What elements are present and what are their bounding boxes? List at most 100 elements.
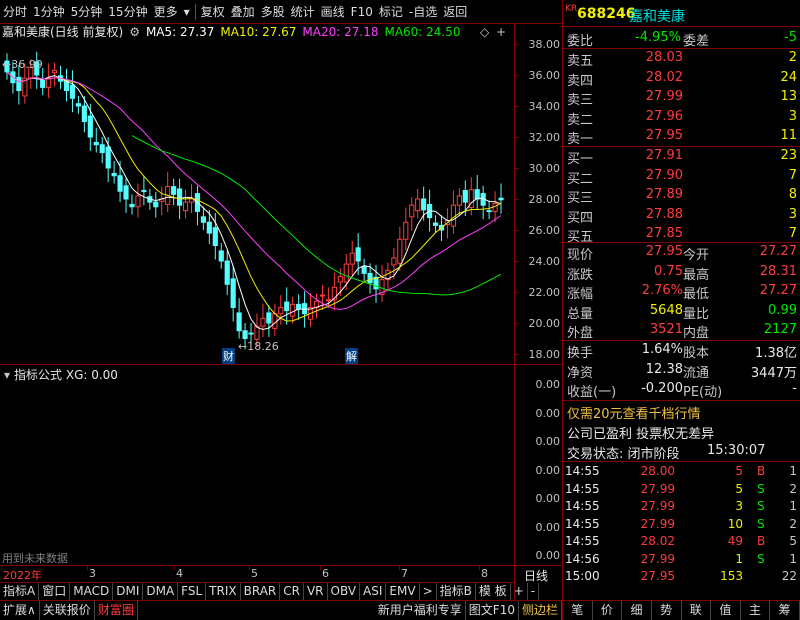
sidebar-button[interactable]: 侧边栏 — [519, 600, 562, 620]
remove-watchlist-button[interactable]: -自选 — [406, 0, 440, 24]
f10-button[interactable]: F10 — [348, 0, 376, 24]
tab-chips[interactable]: 筹 — [770, 601, 800, 620]
tab-main[interactable]: 主 — [741, 601, 771, 620]
indicator-tick: 0.00 — [535, 378, 561, 391]
level-label: 卖二 — [567, 112, 594, 128]
wealth-circle-button[interactable]: 财富圈 — [95, 600, 138, 620]
tab-dmi[interactable]: DMI — [113, 582, 144, 601]
tab-vr[interactable]: VR — [304, 582, 328, 601]
draw-line-button[interactable]: 画线 — [318, 0, 348, 24]
candle-body — [284, 301, 290, 312]
stat-value: 5648 — [649, 302, 683, 318]
tab-obv[interactable]: OBV — [328, 582, 361, 601]
ma20-legend: MA20: 27.18 — [302, 25, 379, 39]
tick-volume: 49 — [727, 534, 743, 548]
price-tick: 36.00 — [528, 69, 561, 82]
zoom-out-button[interactable]: - — [528, 582, 540, 601]
candle-body — [188, 198, 195, 203]
price-axis: 38.00 36.00 34.00 32.00 30.00 28.00 26.00 24.00… — [515, 24, 562, 364]
tick-direction: S — [757, 499, 765, 513]
tab-indicator-b[interactable]: 指标B — [437, 582, 476, 601]
tab-5min[interactable]: 5分钟 — [68, 0, 106, 24]
toolbar-divider — [194, 3, 196, 20]
tab-price[interactable]: 价 — [593, 601, 623, 620]
candle-body — [343, 263, 349, 283]
level-label: 卖五 — [567, 54, 594, 69]
tab-fenshi[interactable]: 分时 — [0, 0, 30, 24]
candle-body — [373, 276, 379, 290]
ma60-legend: MA60: 24.50 — [384, 25, 461, 39]
fuquan-button[interactable]: 复权 — [198, 0, 228, 24]
price-tick: 32.00 — [528, 131, 561, 144]
tab-detail[interactable]: 细 — [622, 601, 652, 620]
tab-15min[interactable]: 15分钟 — [105, 0, 150, 24]
tab-fsl[interactable]: FSL — [178, 582, 207, 601]
diamond-icon[interactable]: ◇ — [480, 25, 489, 39]
template-button[interactable]: 模 板 — [476, 582, 511, 601]
sell-level-row: 卖四 28.02 24 — [563, 69, 800, 89]
candle-body — [325, 299, 331, 302]
price-tick: 28.00 — [528, 193, 561, 206]
level-price: 27.91 — [645, 148, 683, 163]
multi-stock-button[interactable]: 多股 — [258, 0, 288, 24]
tab-emv[interactable]: EMV — [386, 582, 420, 601]
tab-value[interactable]: 值 — [711, 601, 741, 620]
tab-dma[interactable]: DMA — [143, 582, 179, 601]
finance-marker[interactable]: 财 — [222, 348, 235, 364]
tick-time: 15:00 — [565, 569, 600, 583]
caret-down-icon[interactable]: ▾ — [181, 5, 193, 19]
tick-direction: B — [757, 464, 766, 478]
candle-body — [456, 195, 462, 206]
triangle-down-icon[interactable]: ▾ — [4, 368, 10, 382]
level-volume: 23 — [780, 148, 797, 163]
f10-graphic-button[interactable]: 图文F10 — [466, 600, 519, 620]
future-data-note: 用到未来数据 — [2, 552, 68, 565]
stats-button[interactable]: 统计 — [288, 0, 318, 24]
candle-body — [99, 144, 105, 153]
promo-row[interactable]: 仅需20元查看千档行情 — [563, 402, 800, 422]
tab-window[interactable]: 窗口 — [39, 582, 71, 601]
add-icon[interactable]: + — [496, 25, 506, 39]
tick-volume: 5 — [735, 464, 743, 478]
candle-body — [486, 210, 492, 213]
tabs-more-button[interactable]: > — [420, 582, 437, 601]
new-user-promo-button[interactable]: 新用户福利专享 — [375, 600, 466, 620]
kline-chart[interactable] — [0, 40, 514, 364]
status-label: 交易状态: 闭市阶段 — [567, 447, 680, 462]
tab-macd[interactable]: MACD — [70, 582, 114, 601]
tab-indicator-a[interactable]: 指标A — [0, 582, 40, 601]
price-tick: 30.00 — [528, 162, 561, 175]
level-price: 27.85 — [645, 226, 683, 241]
level-label: 买一 — [567, 152, 594, 167]
price-tick: 34.00 — [528, 100, 561, 113]
tab-trades[interactable]: 笔 — [563, 601, 593, 620]
tab-trix[interactable]: TRIX — [206, 582, 241, 601]
overlay-button[interactable]: 叠加 — [228, 0, 258, 24]
unlock-marker[interactable]: 解 — [345, 348, 358, 364]
promo-text[interactable]: 仅需20元查看千档行情 — [567, 403, 701, 422]
settings-gear-icon[interactable]: ⚙ — [129, 24, 140, 40]
tab-1min[interactable]: 1分钟 — [30, 0, 68, 24]
back-button[interactable]: 返回 — [440, 0, 470, 24]
tab-asi[interactable]: ASI — [360, 582, 387, 601]
candle-body — [349, 252, 355, 265]
more-dropdown[interactable]: 更多 — [151, 0, 181, 24]
expand-button[interactable]: 扩展∧ — [0, 600, 40, 620]
ma5-line — [6, 71, 502, 331]
stat-value: 3521 — [649, 322, 683, 337]
zoom-in-button[interactable]: + — [511, 582, 528, 601]
candle-body — [171, 186, 177, 195]
period-label[interactable]: 日线 — [524, 567, 548, 584]
tab-linked[interactable]: 联 — [682, 601, 712, 620]
related-quotes-button[interactable]: 关联报价 — [40, 600, 95, 620]
low-price-value: 18.26 — [247, 340, 279, 353]
candle-body — [248, 332, 254, 335]
tab-brar[interactable]: BRAR — [241, 582, 281, 601]
candle-body — [236, 312, 242, 332]
tab-trend[interactable]: 势 — [652, 601, 682, 620]
candle-body — [450, 204, 456, 227]
candle-body — [462, 189, 468, 203]
mark-button[interactable]: 标记 — [376, 0, 406, 24]
tab-cr[interactable]: CR — [280, 582, 304, 601]
candle-body — [206, 221, 212, 234]
